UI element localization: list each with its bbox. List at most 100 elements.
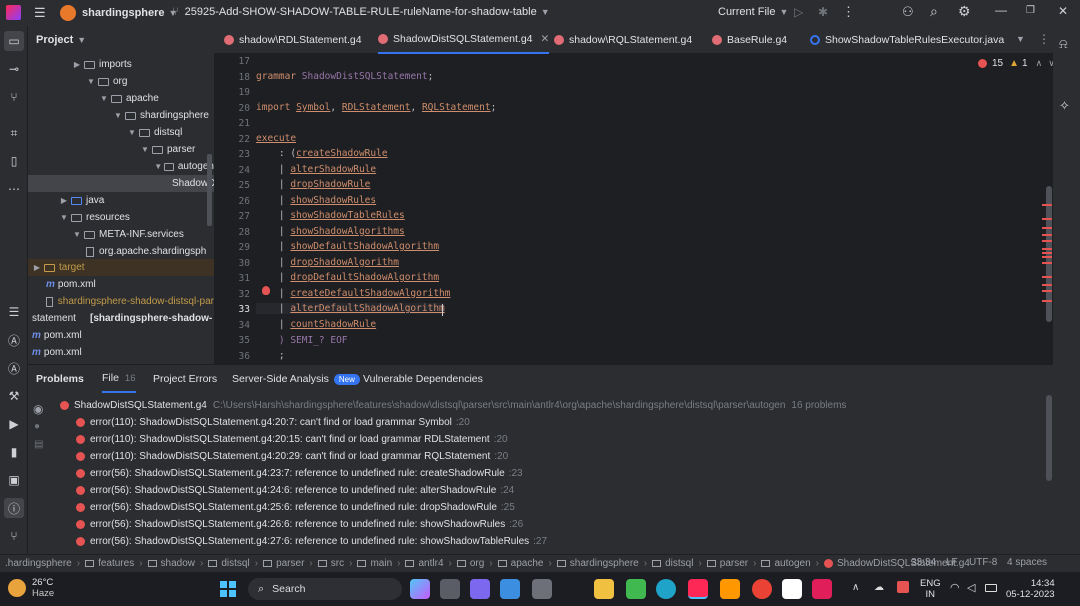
tab-file[interactable]: File 16 bbox=[102, 365, 136, 393]
chevron-down-icon[interactable]: ▼ bbox=[99, 94, 109, 103]
branch-selector[interactable]: ⑂ 25925-Add-SHOW-SHADOW-TABLE-RULE-ruleN… bbox=[172, 6, 550, 18]
tab-problems[interactable]: Problems bbox=[36, 365, 84, 393]
minimize-icon[interactable]: — bbox=[995, 3, 1007, 17]
project-tool-icon[interactable]: ▭ bbox=[4, 31, 24, 51]
error-marker[interactable] bbox=[1042, 262, 1052, 264]
tree-item[interactable]: ▶ target bbox=[28, 259, 214, 276]
breadcrumb-item[interactable]: parser bbox=[276, 558, 304, 569]
breadcrumb-item[interactable]: parser bbox=[720, 558, 748, 569]
error-marker[interactable] bbox=[1042, 234, 1052, 236]
services-icon[interactable]: ▶ bbox=[4, 414, 24, 434]
error-marker[interactable] bbox=[1042, 218, 1052, 220]
chevron-right-icon[interactable]: ▶ bbox=[59, 196, 69, 205]
tabs-more-icon[interactable]: ⋮ bbox=[1038, 32, 1050, 46]
project-scrollbar[interactable] bbox=[207, 154, 212, 226]
expand-icon[interactable]: ▤ bbox=[34, 439, 43, 450]
problems-scrollbar[interactable] bbox=[1046, 395, 1052, 481]
tab-show-shadow-table-rules-executor[interactable]: ShowShadowTableRulesExecutor.java bbox=[810, 26, 1004, 54]
problem-item[interactable]: error(56): ShadowDistSQLStatement.g4:23:… bbox=[76, 465, 523, 482]
tab-vulnerable-dependencies[interactable]: Vulnerable Dependencies bbox=[363, 365, 483, 393]
error-marker[interactable] bbox=[1042, 290, 1052, 292]
breadcrumb-item[interactable]: shadow bbox=[161, 558, 195, 569]
tab-base-rule[interactable]: BaseRule.g4 bbox=[712, 26, 787, 54]
chrome-icon[interactable] bbox=[752, 579, 772, 599]
error-marker[interactable] bbox=[1042, 227, 1052, 229]
tree-item[interactable]: ▶ imports bbox=[28, 56, 214, 73]
todo-icon[interactable]: ☰ bbox=[4, 302, 24, 322]
sticky-notes-icon[interactable] bbox=[626, 579, 646, 599]
breadcrumb-item[interactable]: apache bbox=[511, 558, 544, 569]
chevron-down-icon[interactable]: ▼ bbox=[113, 111, 123, 120]
taskbar-search-box[interactable]: ⌕ Search bbox=[248, 578, 402, 600]
terminal-icon[interactable]: ▣ bbox=[4, 470, 24, 490]
chevron-up-icon[interactable]: ∧ bbox=[1036, 58, 1043, 69]
tree-item[interactable]: ▼ resources bbox=[28, 209, 214, 226]
store-icon[interactable] bbox=[500, 579, 520, 599]
file-encoding[interactable]: UTF-8 bbox=[969, 557, 997, 568]
app-logo-icon[interactable] bbox=[6, 5, 21, 20]
chevron-right-icon[interactable]: ▶ bbox=[32, 263, 42, 272]
breadcrumb-item[interactable]: main bbox=[370, 558, 392, 569]
indent-setting[interactable]: 4 spaces bbox=[1007, 557, 1047, 568]
tray-overflow-icon[interactable]: ∧ bbox=[852, 582, 859, 593]
close-window-icon[interactable]: ✕ bbox=[1058, 4, 1068, 18]
git-icon[interactable]: ⑂ bbox=[4, 526, 24, 546]
caret-position[interactable]: 33:34 bbox=[911, 557, 936, 568]
problem-item[interactable]: error(110): ShadowDistSQLStatement.g4:20… bbox=[76, 414, 470, 431]
settings-gear-icon[interactable]: ⚙ bbox=[958, 3, 971, 20]
breadcrumb-item[interactable]: shardingsphere bbox=[570, 558, 639, 569]
bookmarks-icon[interactable]: ▯ bbox=[4, 151, 24, 171]
eye-icon[interactable]: ◉ bbox=[33, 402, 43, 416]
inspection-widget[interactable]: 15 ▲ 1 ∧ ∨ bbox=[978, 58, 1053, 69]
weather-widget[interactable]: 26°C Haze bbox=[8, 577, 54, 599]
tree-item[interactable]: ▼ distsql bbox=[28, 124, 214, 141]
build-icon[interactable]: ⚒ bbox=[4, 386, 24, 406]
wifi-icon[interactable]: ◠ bbox=[950, 581, 960, 594]
tree-item[interactable]: ▼ parser bbox=[28, 141, 214, 158]
chevron-right-icon[interactable]: ▶ bbox=[72, 60, 82, 69]
chevron-down-icon[interactable]: ▼ bbox=[86, 77, 96, 86]
error-marker[interactable] bbox=[1042, 276, 1052, 278]
error-marker[interactable] bbox=[1042, 204, 1052, 206]
tab-project-errors[interactable]: Project Errors bbox=[153, 365, 217, 393]
tab-rql-statement[interactable]: shadow\RQLStatement.g4 bbox=[554, 26, 692, 54]
gmail-icon[interactable] bbox=[782, 579, 802, 599]
main-menu-icon[interactable]: ☰ bbox=[34, 6, 48, 20]
intellij-icon[interactable] bbox=[688, 579, 708, 599]
breadcrumb-item[interactable]: .hardingsphere bbox=[5, 558, 72, 569]
edge-icon[interactable] bbox=[656, 579, 676, 599]
tree-item[interactable]: ▼ autogen bbox=[28, 158, 214, 175]
ai-assistant-sparkle-icon[interactable]: ✧ bbox=[1059, 98, 1070, 114]
run-icon[interactable]: ▷ bbox=[794, 5, 803, 19]
breadcrumb-item[interactable]: org bbox=[470, 558, 484, 569]
chevron-down-icon[interactable]: ▼ bbox=[127, 128, 137, 137]
breadcrumb-item[interactable]: distsql bbox=[221, 558, 249, 569]
tree-item[interactable]: m pom.xml bbox=[28, 327, 214, 344]
tree-item[interactable]: ▶ java bbox=[28, 192, 214, 209]
slack-icon[interactable] bbox=[812, 579, 832, 599]
tab-rdl-statement[interactable]: shadow\RDLStatement.g4 bbox=[224, 26, 362, 54]
add-user-icon[interactable]: ⚇ bbox=[902, 4, 914, 20]
problem-item[interactable]: error(110): ShadowDistSQLStatement.g4:20… bbox=[76, 448, 508, 465]
tab-server-side-analysis[interactable]: Server-Side Analysis New bbox=[232, 365, 360, 393]
intention-bulb-icon[interactable] bbox=[262, 286, 270, 295]
problem-item[interactable]: error(56): ShadowDistSQLStatement.g4:25:… bbox=[76, 499, 515, 516]
pull-requests-icon[interactable]: ⑂ bbox=[4, 87, 24, 107]
chevron-down-icon[interactable]: ▼ bbox=[59, 213, 69, 222]
language-indicator[interactable]: ENG IN bbox=[920, 578, 941, 600]
tree-item[interactable]: org.apache.shardingsph bbox=[28, 243, 214, 260]
copilot-icon[interactable] bbox=[410, 579, 430, 599]
problem-file-row[interactable]: ShadowDistSQLStatement.g4 C:\Users\Harsh… bbox=[60, 397, 846, 414]
tree-item[interactable]: m pom.xml bbox=[28, 344, 214, 361]
tree-item[interactable]: m pom.xml bbox=[28, 276, 214, 293]
problem-item[interactable]: error(110): ShadowDistSQLStatement.g4:20… bbox=[76, 431, 508, 448]
close-tab-icon[interactable]: ✕ bbox=[541, 33, 550, 45]
debug-icon[interactable]: ✱ bbox=[818, 5, 828, 19]
sublime-icon[interactable] bbox=[720, 579, 740, 599]
structure-icon[interactable]: ⌗ bbox=[4, 123, 24, 143]
breadcrumb-item[interactable]: autogen bbox=[774, 558, 810, 569]
error-marker[interactable] bbox=[1042, 240, 1052, 242]
breadcrumb-item[interactable]: src bbox=[331, 558, 344, 569]
problem-item[interactable]: error(56): ShadowDistSQLStatement.g4:26:… bbox=[76, 516, 523, 533]
error-marker[interactable] bbox=[1042, 256, 1052, 258]
